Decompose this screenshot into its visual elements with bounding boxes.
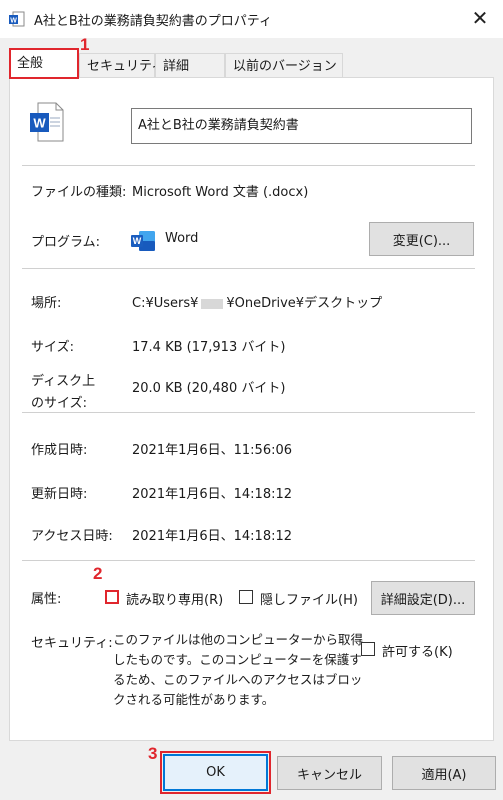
tab-previous-versions-label: 以前のバージョン [233,59,337,74]
disk-size-value: 20.0 KB (20,480 バイト) [132,381,286,396]
tab-details[interactable]: 詳細 [155,53,225,78]
separator [22,560,475,561]
security-message: このファイルは他のコンピューターから取得したものです。このコンピューターを保護す… [113,632,364,707]
hidden-checkbox[interactable] [239,590,253,604]
word-app-icon: W [131,231,155,251]
close-icon: ✕ [471,6,489,30]
change-program-button[interactable]: 変更(C)... [369,222,474,256]
separator [22,412,475,413]
apply-button[interactable]: 適用(A) [392,756,496,790]
ok-button[interactable]: OK [163,754,268,791]
annotation-number-3: 3 [148,744,158,763]
hidden-label[interactable]: 隠しファイル(H) [260,589,358,608]
file-type-value: Microsoft Word 文書 (.docx) [132,185,309,200]
cancel-button[interactable]: キャンセル [277,756,382,790]
created-value: 2021年1月6日、11:56:06 [132,443,293,458]
created-label: 作成日時: [31,443,88,458]
security-label: セキュリティ: [31,636,113,651]
allow-label[interactable]: 許可する(K) [382,641,453,660]
svg-text:W: W [10,18,17,25]
tab-details-label: 詳細 [163,59,190,74]
tab-previous-versions[interactable]: 以前のバージョン [225,53,343,78]
attributes-label: 属性: [31,592,62,607]
tab-security[interactable]: セキュリティ [79,53,164,78]
file-type-label: ファイルの種類: [31,185,127,200]
tab-security-label: セキュリティ [87,59,165,74]
file-name-input[interactable]: A社とB社の業務請負契約書 [131,108,472,144]
svg-text:W: W [133,236,142,246]
readonly-label[interactable]: 読み取り専用(R) [126,589,223,608]
separator [22,268,475,269]
location-prefix: C:¥Users¥ [132,296,199,311]
size-value: 17.4 KB (17,913 バイト) [132,340,286,355]
accessed-label: アクセス日時: [31,529,113,544]
close-button[interactable]: ✕ [457,0,503,36]
advanced-button[interactable]: 詳細設定(D)... [371,581,475,615]
title-bar: W A社とB社の業務請負契約書のプロパティ ✕ [0,0,503,38]
modified-value: 2021年1月6日、14:18:12 [132,487,293,502]
window-title: A社とB社の業務請負契約書のプロパティ [34,14,273,29]
svg-text:W: W [33,116,46,131]
size-label: サイズ: [31,340,74,355]
location-label: 場所: [31,296,62,311]
annotation-box-1 [9,48,79,79]
location-value: C:¥Users¥ ¥OneDrive¥デスクトップ [132,292,382,311]
readonly-checkbox[interactable] [105,590,119,604]
disk-size-label-line2: のサイズ: [31,396,87,411]
program-label: プログラム: [31,235,100,250]
redacted-username [201,298,224,309]
annotation-number-2: 2 [93,564,103,583]
separator [22,165,475,166]
word-file-icon: W [9,11,25,27]
accessed-value: 2021年1月6日、14:18:12 [132,529,293,544]
disk-size-label-line1: ディスク上 [31,374,96,389]
program-value: Word [165,231,199,246]
word-document-icon: W [30,102,64,142]
modified-label: 更新日時: [31,487,88,502]
location-suffix: ¥OneDrive¥デスクトップ [226,296,383,311]
annotation-number-1: 1 [80,35,90,54]
allow-checkbox[interactable] [361,642,375,656]
